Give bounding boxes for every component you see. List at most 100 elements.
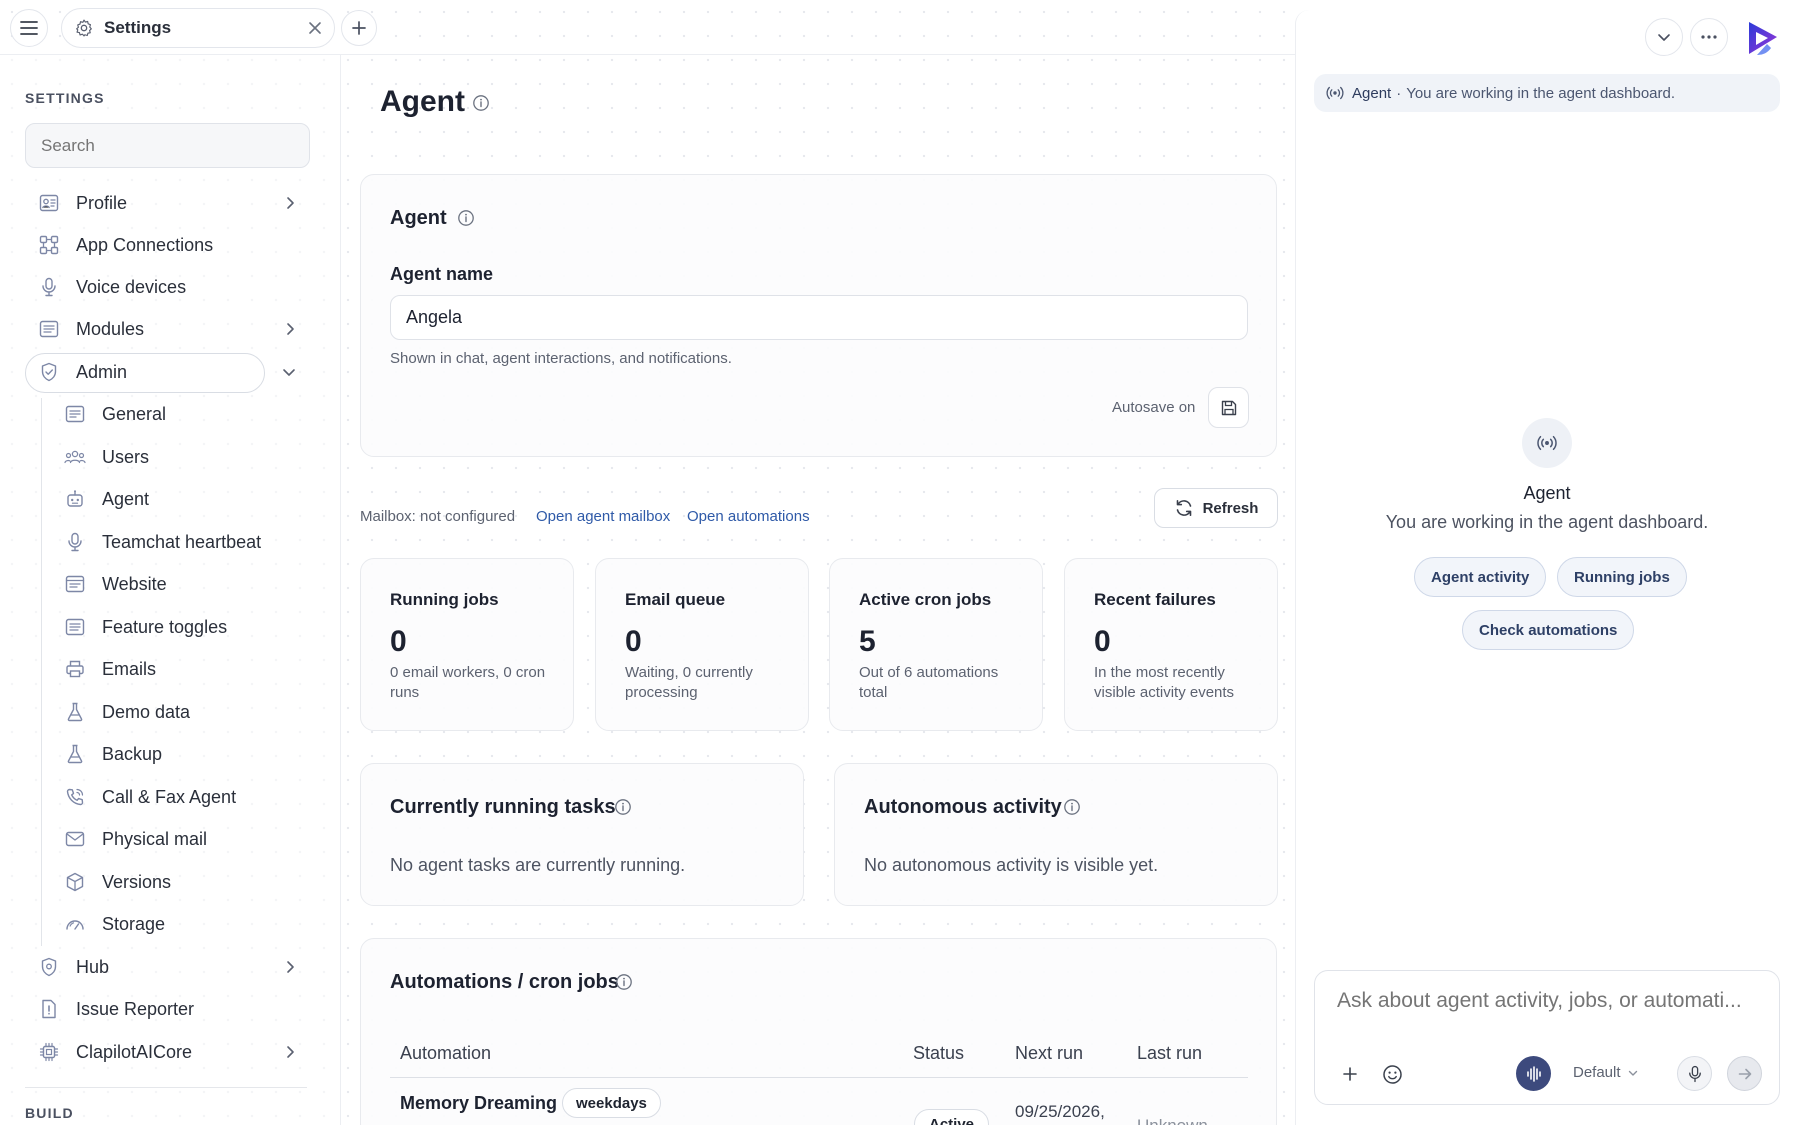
table-header-divider bbox=[390, 1077, 1248, 1078]
running-tasks-title: Currently running tasks bbox=[390, 796, 616, 818]
stat-description: In the most recently visible activity ev… bbox=[1094, 664, 1235, 701]
sidebar-item-label: Profile bbox=[76, 192, 128, 213]
suggestion-chip-check-automations[interactable]: Check automations bbox=[1462, 610, 1635, 650]
column-header-last-run: Last run bbox=[1137, 1043, 1203, 1063]
agent-name-field[interactable] bbox=[390, 295, 1248, 340]
info-icon[interactable] bbox=[472, 94, 490, 112]
assistant-subtitle: You are working in the agent dashboard. bbox=[1385, 512, 1709, 532]
close-icon[interactable] bbox=[308, 21, 322, 35]
sidebar-item-app-connections[interactable]: App Connections bbox=[38, 226, 213, 264]
plus-icon bbox=[352, 21, 366, 35]
new-tab-button[interactable] bbox=[341, 10, 377, 46]
sidebar-subitem-label: Emails bbox=[102, 658, 157, 679]
open-automations-link[interactable]: Open automations bbox=[687, 508, 810, 525]
refresh-button[interactable]: Refresh bbox=[1154, 488, 1278, 528]
stat-title: Recent failures bbox=[1094, 590, 1216, 609]
stat-title: Email queue bbox=[625, 590, 726, 609]
chevron-right-icon[interactable] bbox=[282, 321, 298, 337]
tab-label: Settings bbox=[104, 18, 172, 37]
context-label: Agent bbox=[1352, 84, 1392, 102]
broadcast-icon bbox=[1537, 435, 1557, 451]
more-options-button[interactable] bbox=[1690, 18, 1728, 56]
sidebar-item-issue-reporter[interactable]: Issue Reporter bbox=[38, 990, 194, 1028]
sidebar-item-label: Admin bbox=[76, 361, 128, 382]
voice-mode-button[interactable] bbox=[1516, 1056, 1551, 1091]
sidebar-subitem-users[interactable]: Users bbox=[64, 438, 149, 476]
context-separator: · bbox=[1396, 84, 1402, 102]
sidebar-item-label: ClapilotAICore bbox=[76, 1041, 193, 1062]
sidebar-item-clapilotaicore[interactable]: ClapilotAICore bbox=[38, 1033, 192, 1071]
sidebar-item-modules[interactable]: Modules bbox=[38, 310, 144, 348]
agent-name-label: Agent name bbox=[390, 264, 494, 284]
sidebar-subitem-teamchat-heartbeat[interactable]: Teamchat heartbeat bbox=[64, 523, 261, 561]
collapse-panel-button[interactable] bbox=[1645, 18, 1683, 56]
sidebar-subitem-label: Teamchat heartbeat bbox=[102, 531, 262, 552]
plus-icon bbox=[1343, 1067, 1357, 1081]
chat-composer: Default bbox=[1314, 970, 1780, 1105]
send-button[interactable] bbox=[1727, 1056, 1762, 1091]
menu-button[interactable] bbox=[10, 9, 48, 47]
sidebar-subitem-agent[interactable]: Agent bbox=[64, 480, 149, 518]
hamburger-icon bbox=[20, 21, 38, 35]
autonomous-activity-empty: No autonomous activity is visible yet. bbox=[864, 855, 1159, 875]
context-bar: Agent · You are working in the agent das… bbox=[1314, 74, 1780, 112]
sidebar-subitem-label: Call & Fax Agent bbox=[102, 786, 237, 807]
stat-title: Running jobs bbox=[390, 590, 499, 609]
suggestion-chip-running-jobs[interactable]: Running jobs bbox=[1557, 557, 1687, 597]
save-button[interactable] bbox=[1208, 387, 1249, 428]
automation-name[interactable]: Memory Dreaming bbox=[400, 1093, 557, 1114]
sidebar-item-admin[interactable]: Admin bbox=[38, 353, 127, 391]
page-title: Agent bbox=[380, 85, 465, 118]
model-select[interactable]: Default bbox=[1573, 1064, 1639, 1081]
chevron-right-icon[interactable] bbox=[282, 1044, 298, 1060]
chat-input[interactable] bbox=[1337, 989, 1767, 1013]
sidebar-item-label: App Connections bbox=[76, 234, 214, 255]
sidebar-subitem-emails[interactable]: Emails bbox=[64, 650, 156, 688]
last-run-value: Unknown bbox=[1137, 1116, 1208, 1125]
sound-wave-icon bbox=[1526, 1065, 1541, 1082]
tab-settings[interactable]: Settings bbox=[61, 8, 335, 48]
microphone-icon bbox=[64, 531, 86, 553]
sidebar-subitem-backup[interactable]: Backup bbox=[64, 735, 162, 773]
assistant-title: Agent bbox=[1523, 483, 1571, 503]
stat-value: 0 bbox=[1094, 625, 1111, 658]
sidebar-subitem-call-fax-agent[interactable]: Call & Fax Agent bbox=[64, 778, 236, 816]
chevron-down-icon[interactable] bbox=[281, 364, 297, 380]
column-header-next-run: Next run bbox=[1015, 1043, 1084, 1063]
more-dots-icon bbox=[1701, 35, 1717, 39]
emoji-button[interactable] bbox=[1380, 1062, 1404, 1086]
gauge-icon bbox=[64, 913, 86, 935]
hub-shield-icon bbox=[38, 956, 60, 978]
chevron-right-icon[interactable] bbox=[282, 195, 298, 211]
sidebar-subitem-physical-mail[interactable]: Physical mail bbox=[64, 820, 207, 858]
context-text: You are working in the agent dashboard. bbox=[1406, 84, 1676, 102]
sidebar-heading: SETTINGS bbox=[25, 90, 105, 106]
chevron-right-icon[interactable] bbox=[282, 959, 298, 975]
printer-icon bbox=[64, 658, 86, 680]
stat-description: Waiting, 0 currently processing bbox=[625, 664, 753, 701]
suggestion-chip-agent-activity[interactable]: Agent activity bbox=[1414, 557, 1547, 597]
sidebar-item-profile[interactable]: Profile bbox=[38, 184, 127, 222]
sidebar-item-label: Issue Reporter bbox=[76, 998, 195, 1019]
app-logo-icon[interactable] bbox=[1743, 18, 1783, 58]
next-run-value: 09/25/2026, bbox=[1015, 1102, 1105, 1121]
open-agent-mailbox-link[interactable]: Open agent mailbox bbox=[536, 508, 670, 525]
agent-card-title: Agent bbox=[390, 207, 447, 229]
sidebar-subitem-website[interactable]: Website bbox=[64, 565, 167, 603]
sidebar-item-hub[interactable]: Hub bbox=[38, 948, 109, 986]
mail-icon bbox=[64, 828, 86, 850]
sidebar-subitem-feature-toggles[interactable]: Feature toggles bbox=[64, 608, 227, 646]
sidebar-subitem-storage[interactable]: Storage bbox=[64, 905, 165, 943]
dictation-button[interactable] bbox=[1677, 1056, 1712, 1091]
info-icon[interactable] bbox=[457, 209, 475, 227]
sidebar-subitem-versions[interactable]: Versions bbox=[64, 863, 171, 901]
sidebar-item-voice-devices[interactable]: Voice devices bbox=[38, 268, 186, 306]
stat-value: 0 bbox=[390, 625, 407, 658]
search-input[interactable] bbox=[25, 123, 310, 168]
sidebar-subitem-demo-data[interactable]: Demo data bbox=[64, 693, 190, 731]
info-icon[interactable] bbox=[615, 973, 633, 991]
attach-button[interactable] bbox=[1339, 1063, 1361, 1085]
info-icon[interactable] bbox=[614, 798, 632, 816]
info-icon[interactable] bbox=[1063, 798, 1081, 816]
sidebar-subitem-general[interactable]: General bbox=[64, 395, 166, 433]
